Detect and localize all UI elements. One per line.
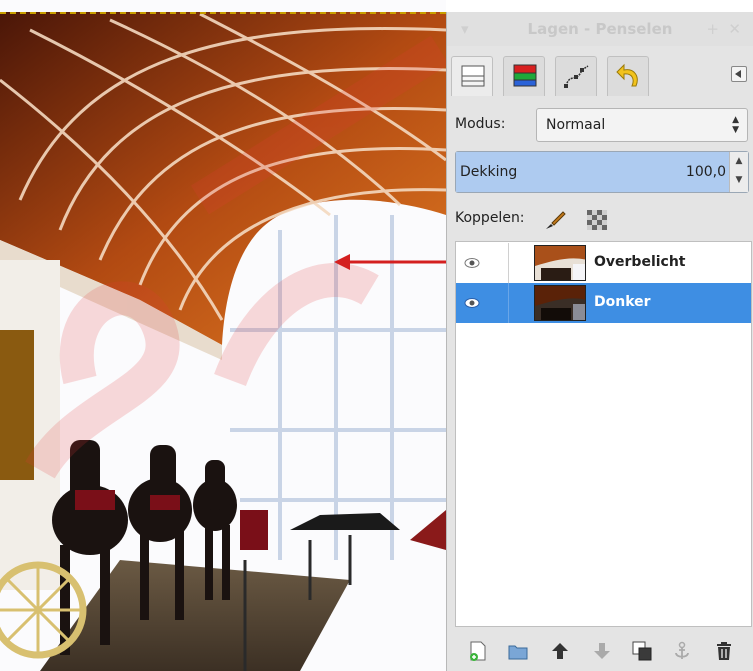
mode-value: Normaal (546, 117, 606, 133)
layer-row-overbelicht[interactable]: Overbelicht (456, 243, 751, 283)
eye-icon[interactable] (464, 257, 480, 269)
chain-column[interactable] (508, 243, 509, 283)
lock-alpha-checker-icon[interactable] (585, 208, 609, 232)
plus-icon[interactable]: + (706, 20, 719, 38)
layer-row-donker[interactable]: Donker (456, 283, 751, 323)
layer-thumbnail (534, 285, 586, 321)
opacity-value: 100,0 (685, 164, 726, 180)
anchor-layer-button[interactable] (669, 638, 695, 664)
lower-layer-icon (594, 643, 610, 659)
layers-panel: ▾ Lagen - Penselen + ✕ Modus: Normaal ▲ … (446, 12, 753, 671)
channels-icon (513, 64, 537, 87)
undo-history-icon (616, 63, 638, 87)
lock-pixels-brush-icon[interactable] (543, 208, 567, 232)
opacity-spinner[interactable]: ▲ ▼ (729, 152, 748, 192)
new-layer-button[interactable] (465, 638, 491, 664)
raise-layer-button[interactable] (547, 638, 573, 664)
tab-channels[interactable] (503, 56, 545, 96)
layers-button-bar (455, 636, 752, 668)
tab-undo-history[interactable] (607, 56, 649, 96)
updown-arrows-icon: ▲ ▼ (732, 115, 739, 135)
layers-icon (461, 65, 485, 87)
photo (0, 0, 446, 671)
layer-name[interactable]: Donker (594, 294, 651, 310)
tab-paths[interactable] (555, 56, 597, 96)
raise-layer-icon (552, 643, 568, 659)
lock-label: Koppelen: (455, 210, 525, 226)
duplicate-layer-icon (632, 641, 652, 661)
layer-thumbnail (534, 245, 586, 281)
mode-label: Modus: (455, 116, 506, 132)
duplicate-layer-button[interactable] (629, 638, 655, 664)
panel-titlebar[interactable]: ▾ Lagen - Penselen + ✕ (447, 12, 753, 46)
tab-menu-icon[interactable] (731, 66, 747, 82)
eye-icon[interactable] (464, 297, 480, 309)
tab-layers[interactable] (451, 56, 493, 96)
close-icon[interactable]: ✕ (728, 20, 741, 38)
new-layer-group-button[interactable] (505, 638, 531, 664)
new-layer-icon (470, 641, 486, 661)
anchor-layer-icon (675, 641, 689, 659)
chain-column[interactable] (508, 283, 509, 323)
lower-layer-button[interactable] (589, 638, 615, 664)
selection-border (0, 12, 446, 14)
paths-icon (564, 65, 589, 88)
mode-select[interactable]: Normaal ▲ ▼ (536, 108, 748, 142)
image-canvas[interactable] (0, 0, 446, 671)
opacity-slider[interactable]: Dekking 100,0 ▲ ▼ (455, 151, 749, 193)
layers-list[interactable]: Overbelicht Donker (455, 241, 752, 627)
opacity-label: Dekking (460, 164, 518, 180)
new-layer-group-icon (508, 645, 528, 660)
layer-name[interactable]: Overbelicht (594, 254, 686, 270)
delete-layer-button[interactable] (711, 638, 737, 664)
delete-layer-icon (717, 642, 731, 660)
